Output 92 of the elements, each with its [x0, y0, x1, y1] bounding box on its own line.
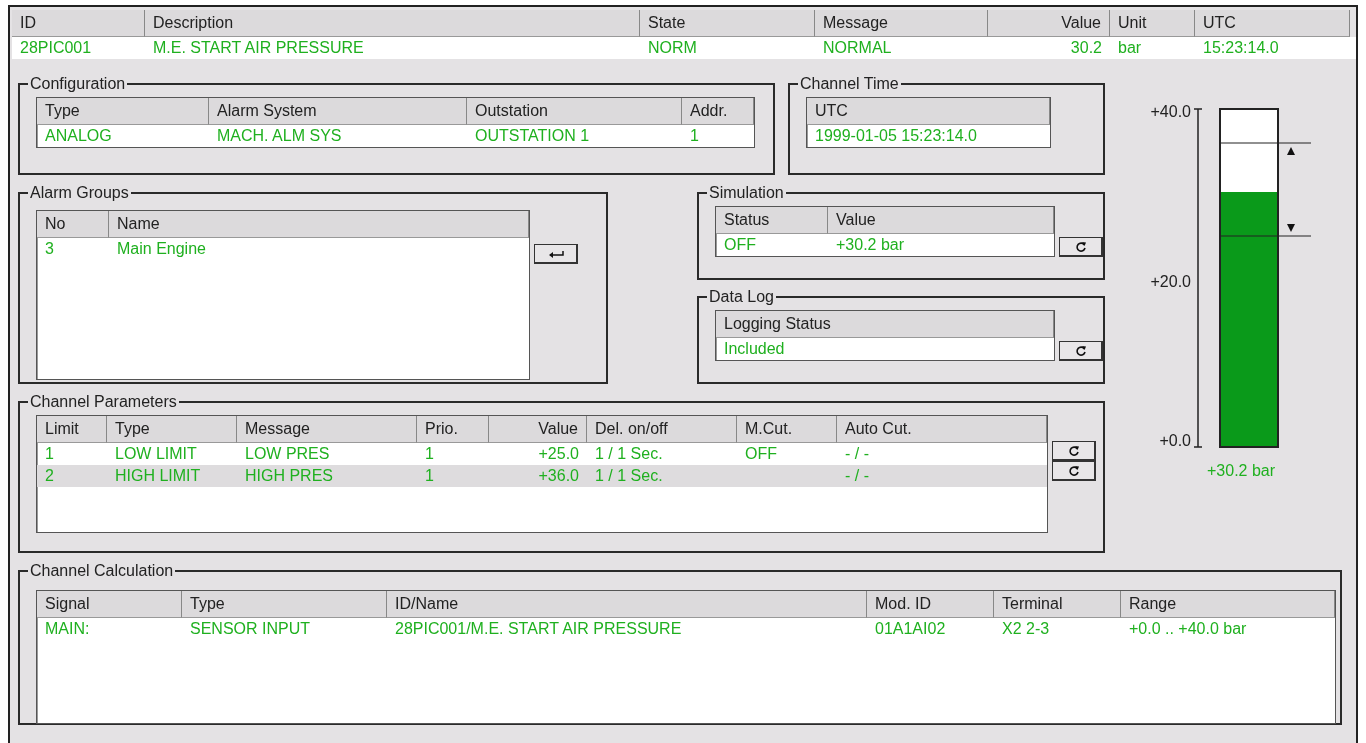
table-cell-text: Included [723, 339, 786, 359]
table-cell-text: 1 [689, 126, 700, 146]
column-header: Alarm System [209, 98, 467, 125]
column-header: Type [182, 591, 387, 618]
table-cell-text: 1 [44, 444, 55, 464]
group-title: Channel Calculation [29, 562, 175, 580]
refresh-button[interactable] [1052, 461, 1096, 481]
table-cell-text: HIGH PRES [244, 466, 334, 486]
gauge-reading: +30.2 bar [1207, 462, 1276, 480]
table-cell-text: bar [1117, 38, 1143, 58]
table-cell-text: 1999-01-05 15:23:14.0 [814, 126, 978, 146]
table-cell-text: SENSOR INPUT [189, 619, 311, 639]
column-header: Logging Status [716, 311, 1054, 338]
column-header: ID [12, 10, 145, 37]
refresh-icon [1074, 240, 1087, 253]
table-cell-text: X2 2-3 [1001, 619, 1051, 639]
scale-label: +40.0 [1150, 102, 1191, 121]
table-cell-text: 30.2 [1069, 38, 1103, 58]
column-header: Del. on/off [587, 416, 737, 443]
table-cell-text: 1 / 1 Sec. [594, 466, 664, 486]
table-cell-text: +30.2 bar [835, 235, 906, 255]
scale-label: +20.0 [1150, 272, 1191, 291]
refresh-icon [1067, 444, 1080, 457]
table-cell-text: ANALOG [44, 126, 113, 146]
refresh-icon [1074, 344, 1087, 357]
group-title: Channel Time [799, 75, 900, 93]
table-cell-text: 1 [424, 466, 435, 486]
table-cell-text: LOW LIMIT [114, 444, 198, 464]
column-header: M.Cut. [737, 416, 837, 443]
table-cell-text: MAIN: [44, 619, 91, 639]
group-title: Configuration [29, 75, 127, 93]
scale-label: +0.0 [1159, 431, 1191, 450]
table-cell-text: LOW PRES [244, 444, 331, 464]
table-cell-text: NORMAL [822, 38, 893, 58]
column-header: State [640, 10, 815, 37]
refresh-button[interactable] [1059, 341, 1103, 361]
refresh-icon [1067, 464, 1080, 477]
column-header: Message [237, 416, 417, 443]
enter-button[interactable] [534, 244, 578, 264]
table-cell-text: 3 [44, 239, 55, 259]
table-cell-text: OUTSTATION 1 [474, 126, 591, 146]
column-header: No [37, 211, 109, 238]
table-cell-text: 2 [44, 466, 55, 486]
column-header: Status [716, 207, 828, 234]
table-cell-text: M.E. START AIR PRESSURE [152, 38, 365, 58]
column-header: Terminal [994, 591, 1121, 618]
column-header: UTC [1195, 10, 1350, 37]
return-arrow-icon [547, 249, 564, 258]
table-cell-text: 28PIC001/M.E. START AIR PRESSURE [394, 619, 683, 639]
table-cell-text: 01A1AI02 [874, 619, 947, 639]
column-header: UTC [807, 98, 1050, 125]
column-header: Value [489, 416, 587, 443]
table-cell-text: +25.0 [537, 444, 580, 464]
column-header: Limit [37, 416, 107, 443]
column-header: Unit [1110, 10, 1195, 37]
column-header: Addr. [682, 98, 754, 125]
table-cell-text: 1 [424, 444, 435, 464]
table-cell-text: MACH. ALM SYS [216, 126, 343, 146]
group-title: Data Log [708, 288, 775, 306]
column-header: Name [109, 211, 529, 238]
column-header: Value [988, 10, 1110, 37]
table-cell-text: OFF [744, 444, 778, 464]
column-header: ID/Name [387, 591, 867, 618]
column-header: Prio. [417, 416, 489, 443]
refresh-button[interactable] [1059, 237, 1103, 257]
table-cell-text: HIGH LIMIT [114, 466, 202, 486]
table-cell-text: - / - [844, 466, 870, 486]
column-header: Message [815, 10, 988, 37]
refresh-button[interactable] [1052, 441, 1096, 461]
table-row[interactable]: 2 HIGH LIMIT HIGH PRES 1 +36.0 1 / 1 Sec. - / - [37, 465, 1047, 487]
table-cell-text: +36.0 [537, 466, 580, 486]
table-cell-text: 28PIC001 [19, 38, 93, 58]
column-header: Type [37, 98, 209, 125]
table-cell-text: - / - [844, 444, 870, 464]
column-header: Outstation [467, 98, 682, 125]
column-header: Description [145, 10, 640, 37]
column-header: Type [107, 416, 237, 443]
table-cell-text: Main Engine [116, 239, 207, 259]
group-title: Alarm Groups [29, 184, 130, 202]
table-row[interactable]: 1 LOW LIMIT LOW PRES 1 +25.0 1 / 1 Sec. OFF - / - [37, 443, 1047, 465]
table-cell-text: +0.0 .. +40.0 bar [1128, 619, 1248, 639]
table-cell-text: NORM [647, 38, 698, 58]
table-cell-text: OFF [723, 235, 757, 255]
table-cell-text: 15:23:14.0 [1202, 38, 1280, 58]
group-title: Channel Parameters [29, 393, 178, 411]
table-cell-text: 1 / 1 Sec. [594, 444, 664, 464]
column-header: Mod. ID [867, 591, 994, 618]
column-header: Value [828, 207, 1054, 234]
column-header: Range [1121, 591, 1335, 618]
group-title: Simulation [708, 184, 785, 202]
column-header: Signal [37, 591, 182, 618]
column-header: Auto Cut. [837, 416, 1047, 443]
